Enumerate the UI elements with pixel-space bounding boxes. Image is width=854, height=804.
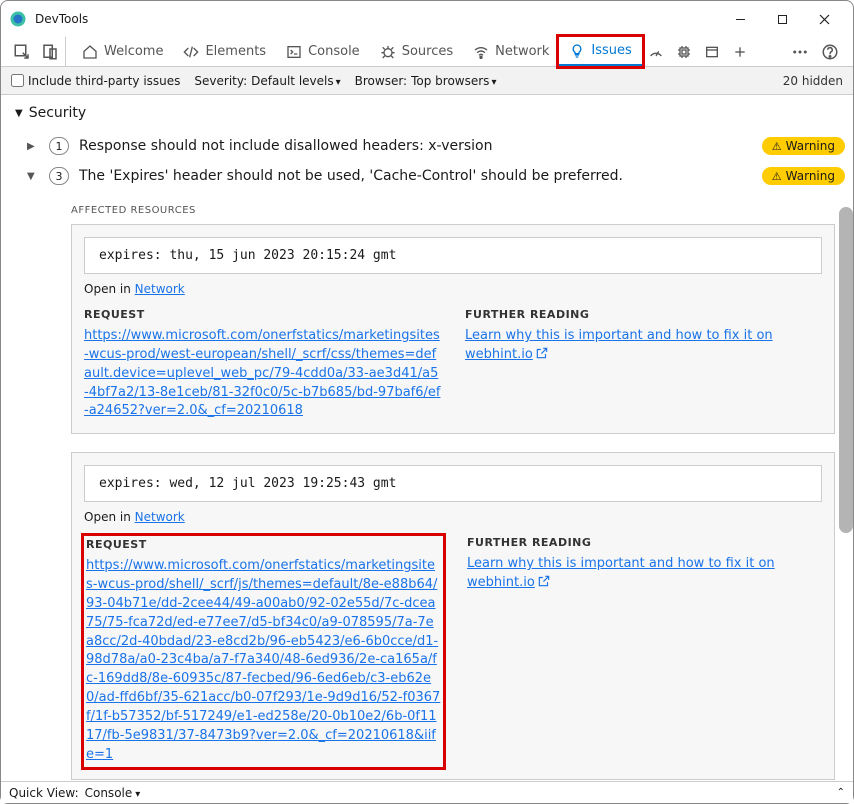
resource-block: expires: thu, 15 jun 2023 20:15:24 gmt O…	[71, 224, 835, 434]
app-icon	[704, 44, 720, 60]
tab-add[interactable]	[726, 37, 754, 66]
quick-view-bar: Quick View: Console ⌃	[1, 781, 853, 803]
minimize-button[interactable]	[719, 4, 761, 34]
third-party-checkbox-input[interactable]	[11, 74, 24, 87]
inspect-icon[interactable]	[13, 43, 31, 61]
affected-resources-label: AFFECTED RESOURCES	[71, 205, 835, 216]
caret-right-icon: ▶	[27, 141, 39, 152]
scrollbar-thumb[interactable]	[839, 207, 853, 533]
help-icon[interactable]	[821, 43, 839, 61]
hidden-count: 20 hidden	[783, 74, 843, 88]
expand-drawer-icon[interactable]: ⌃	[837, 787, 845, 798]
caret-down-icon: ▼	[27, 171, 39, 182]
issue-row[interactable]: ▼ 3 The 'Expires' header should not be u…	[1, 161, 853, 191]
open-in-network: Open in Network	[84, 510, 822, 524]
tab-console[interactable]: Console	[276, 37, 370, 66]
chip-icon	[676, 44, 692, 60]
code-icon	[183, 44, 199, 60]
external-link-icon	[535, 346, 549, 360]
tab-elements[interactable]: Elements	[173, 37, 276, 66]
tab-network[interactable]: Network	[463, 37, 559, 66]
severity-dropdown[interactable]: Default levels	[251, 74, 340, 88]
warning-badge: Warning	[762, 167, 845, 185]
tab-issues[interactable]: Issues	[559, 37, 641, 66]
window-titlebar: DevTools	[1, 1, 853, 37]
further-reading-link[interactable]: Learn why this is important and how to f…	[467, 556, 775, 590]
issue-title: The 'Expires' header should not be used,…	[79, 168, 752, 184]
issue-title: Response should not include disallowed h…	[79, 138, 752, 154]
third-party-checkbox[interactable]: Include third-party issues	[11, 74, 180, 88]
tab-label: Issues	[591, 43, 631, 58]
tab-memory[interactable]	[670, 37, 698, 66]
tab-label: Network	[495, 44, 549, 59]
issue-count-badge: 1	[49, 137, 69, 155]
browser-dropdown[interactable]: Top browsers	[411, 74, 496, 88]
tab-bar: Welcome Elements Console Sources Network…	[1, 37, 853, 67]
resource-block: expires: wed, 12 jul 2023 19:25:43 gmt O…	[71, 452, 835, 779]
open-in-network: Open in Network	[84, 282, 822, 296]
close-button[interactable]	[803, 4, 845, 34]
tab-sources[interactable]: Sources	[370, 37, 463, 66]
bug-icon	[380, 44, 396, 60]
tab-label: Console	[308, 44, 360, 59]
performance-icon	[648, 44, 664, 60]
checkbox-label: Include third-party issues	[28, 74, 180, 88]
plus-icon	[732, 44, 748, 60]
open-in-network-link[interactable]: Network	[135, 282, 185, 296]
quick-view-label: Quick View:	[9, 786, 79, 800]
edge-icon	[9, 10, 27, 28]
severity-label: Severity:	[194, 74, 247, 88]
lightbulb-icon	[569, 43, 585, 59]
issue-row[interactable]: ▶ 1 Response should not include disallow…	[1, 131, 853, 161]
caret-down-icon: ▼	[15, 108, 23, 119]
more-icon[interactable]	[791, 43, 809, 61]
wifi-icon	[473, 44, 489, 60]
issue-count-badge: 3	[49, 167, 69, 185]
open-in-network-link[interactable]: Network	[135, 510, 185, 524]
tab-label: Sources	[402, 44, 453, 59]
filter-bar: Include third-party issues Severity: Def…	[1, 67, 853, 95]
issue-details: AFFECTED RESOURCES expires: thu, 15 jun …	[1, 191, 853, 781]
tab-welcome[interactable]: Welcome	[72, 37, 173, 66]
external-link-icon	[537, 574, 551, 588]
category-security[interactable]: ▼ Security	[1, 95, 853, 131]
maximize-button[interactable]	[761, 4, 803, 34]
tab-application[interactable]	[698, 37, 726, 66]
window-title: DevTools	[35, 12, 719, 26]
request-url-link[interactable]: https://www.microsoft.com/onerfstatics/m…	[84, 328, 440, 418]
category-label: Security	[29, 105, 87, 121]
request-label: REQUEST	[84, 308, 441, 321]
warning-badge: Warning	[762, 137, 845, 155]
expires-header: expires: wed, 12 jul 2023 19:25:43 gmt	[84, 465, 822, 502]
request-label: REQUEST	[86, 538, 441, 551]
further-reading-label: FURTHER READING	[467, 536, 822, 549]
tab-label: Welcome	[104, 44, 163, 59]
request-url-link[interactable]: https://www.microsoft.com/onerfstatics/m…	[86, 558, 440, 761]
console-icon	[286, 44, 302, 60]
tab-performance[interactable]	[642, 37, 670, 66]
expires-header: expires: thu, 15 jun 2023 20:15:24 gmt	[84, 237, 822, 274]
quick-view-dropdown[interactable]: Console	[85, 786, 141, 800]
tab-label: Elements	[205, 44, 266, 59]
home-icon	[82, 44, 98, 60]
device-toggle-icon[interactable]	[41, 43, 59, 61]
browser-label: Browser:	[355, 74, 407, 88]
further-reading-label: FURTHER READING	[465, 308, 822, 321]
issues-content: ▼ Security ▶ 1 Response should not inclu…	[1, 95, 853, 781]
further-reading-link[interactable]: Learn why this is important and how to f…	[465, 328, 773, 362]
